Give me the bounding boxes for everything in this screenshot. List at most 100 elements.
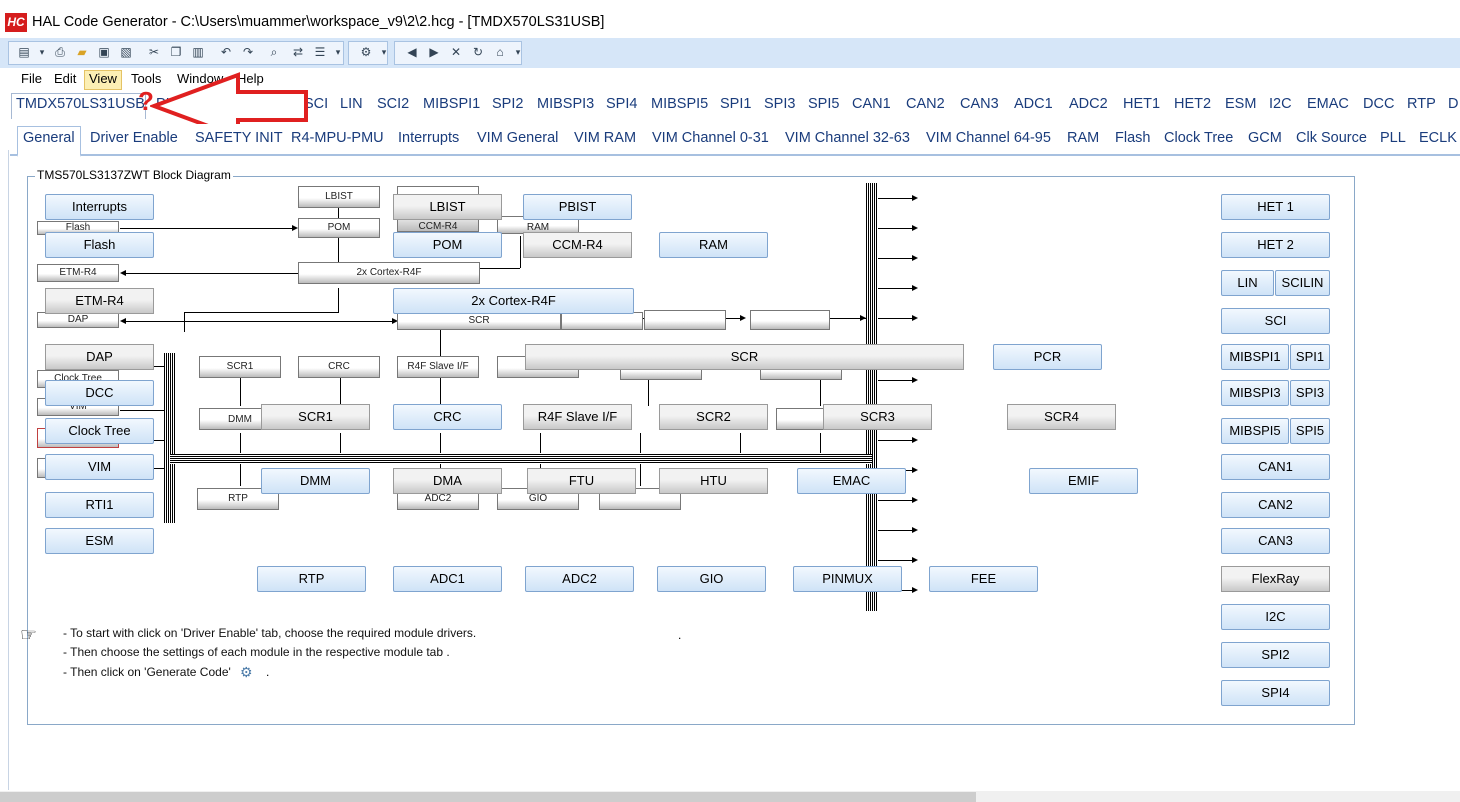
menu-file[interactable]: File bbox=[17, 70, 46, 88]
block-emac[interactable]: EMAC bbox=[797, 468, 906, 494]
replace-icon[interactable]: ⇄ bbox=[290, 44, 306, 60]
block-sci[interactable]: SCI bbox=[1221, 308, 1330, 334]
block-spi5[interactable]: SPI5 bbox=[1290, 418, 1330, 444]
device-tab-spi3[interactable]: SPI3 bbox=[764, 96, 795, 112]
block-interrupts[interactable]: Interrupts bbox=[45, 194, 154, 220]
menu-view[interactable]: View bbox=[84, 70, 122, 90]
device-tab-rtp[interactable]: RTP bbox=[1407, 96, 1436, 112]
block-i2c[interactable]: I2C bbox=[1221, 604, 1330, 630]
device-tab-mibspi3[interactable]: MIBSPI3 bbox=[537, 96, 594, 112]
device-tab-adc1[interactable]: ADC1 bbox=[1014, 96, 1053, 112]
block-flexray[interactable]: FlexRay bbox=[1221, 566, 1330, 592]
dropdown-arrow-icon[interactable]: ▾ bbox=[510, 44, 526, 60]
device-tab-spi5[interactable]: SPI5 bbox=[808, 96, 839, 112]
device-tab-esm[interactable]: ESM bbox=[1225, 96, 1256, 112]
device-tab-emac[interactable]: EMAC bbox=[1307, 96, 1349, 112]
block-spi3[interactable]: SPI3 bbox=[1290, 380, 1330, 406]
block-mibspi3[interactable]: MIBSPI3 bbox=[1221, 380, 1289, 406]
block-crc[interactable]: CRC bbox=[393, 404, 502, 430]
print-icon[interactable]: ⎙ bbox=[52, 44, 68, 60]
block-esm[interactable]: ESM bbox=[45, 528, 154, 554]
block-scr3[interactable]: SCR3 bbox=[823, 404, 932, 430]
module-tab-driver-enable[interactable]: Driver Enable bbox=[90, 130, 178, 146]
forward-icon[interactable]: ▶ bbox=[426, 44, 442, 60]
module-tab-flash[interactable]: Flash bbox=[1115, 130, 1150, 146]
module-tab-clock-tree[interactable]: Clock Tree bbox=[1164, 130, 1233, 146]
device-tab-mibspi1[interactable]: MIBSPI1 bbox=[423, 96, 480, 112]
block-can2[interactable]: CAN2 bbox=[1221, 492, 1330, 518]
device-tab-adc2[interactable]: ADC2 bbox=[1069, 96, 1108, 112]
block-spi1[interactable]: SPI1 bbox=[1290, 344, 1330, 370]
block-ccm-r4[interactable]: CCM-R4 bbox=[523, 232, 632, 258]
module-tab-clk-source[interactable]: Clk Source bbox=[1296, 130, 1367, 146]
block-lin[interactable]: LIN bbox=[1221, 270, 1274, 296]
block-emif[interactable]: EMIF bbox=[1029, 468, 1138, 494]
module-tab-r4-mpu-pmu[interactable]: R4-MPU-PMU bbox=[291, 130, 384, 146]
module-tab-vim-ram[interactable]: VIM RAM bbox=[574, 130, 636, 146]
device-tab-spi2[interactable]: SPI2 bbox=[492, 96, 523, 112]
module-tab-vim-general[interactable]: VIM General bbox=[477, 130, 558, 146]
block-adc1[interactable]: ADC1 bbox=[393, 566, 502, 592]
device-tab-het1[interactable]: HET1 bbox=[1123, 96, 1160, 112]
home-icon[interactable]: ⌂ bbox=[492, 44, 508, 60]
device-tab-i2c[interactable]: I2C bbox=[1269, 96, 1292, 112]
block-adc2[interactable]: ADC2 bbox=[525, 566, 634, 592]
new-icon[interactable]: ▤ bbox=[16, 44, 32, 60]
generate-code-icon[interactable]: ⚙ bbox=[358, 44, 374, 60]
copy-icon[interactable]: ❐ bbox=[168, 44, 184, 60]
module-tab-eclk[interactable]: ECLK bbox=[1419, 130, 1457, 146]
back-icon[interactable]: ◀ bbox=[404, 44, 420, 60]
device-tab-can2[interactable]: CAN2 bbox=[906, 96, 945, 112]
device-tab-spi4[interactable]: SPI4 bbox=[606, 96, 637, 112]
find-icon[interactable]: ⌕ bbox=[266, 44, 282, 60]
block-scr2[interactable]: SCR2 bbox=[659, 404, 768, 430]
block-mibspi1[interactable]: MIBSPI1 bbox=[1221, 344, 1289, 370]
redo-icon[interactable]: ↷ bbox=[240, 44, 256, 60]
stop-icon[interactable]: ✕ bbox=[448, 44, 464, 60]
module-tab-safety-init[interactable]: SAFETY INIT bbox=[195, 130, 283, 146]
device-tab-can3[interactable]: CAN3 bbox=[960, 96, 999, 112]
block-pbist[interactable]: PBIST bbox=[523, 194, 632, 220]
block-pom[interactable]: POM bbox=[393, 232, 502, 258]
block-lbist[interactable]: LBIST bbox=[393, 194, 502, 220]
device-tab-sci2[interactable]: SCI2 bbox=[377, 96, 409, 112]
block-spi2[interactable]: SPI2 bbox=[1221, 642, 1330, 668]
block-etm-r4[interactable]: ETM-R4 bbox=[45, 288, 154, 314]
block-het1[interactable]: HET 1 bbox=[1221, 194, 1330, 220]
device-tab-spi1[interactable]: SPI1 bbox=[720, 96, 751, 112]
device-tab-tmdx570ls31usb[interactable]: TMDX570LS31USB bbox=[16, 96, 145, 112]
module-tab-vim-channel-32-63[interactable]: VIM Channel 32-63 bbox=[785, 130, 910, 146]
save-icon[interactable]: ▣ bbox=[96, 44, 112, 60]
block-pcr[interactable]: PCR bbox=[993, 344, 1102, 370]
block-flash[interactable]: Flash bbox=[45, 232, 154, 258]
device-tab-dcc[interactable]: DCC bbox=[1363, 96, 1394, 112]
block-dap[interactable]: DAP bbox=[45, 344, 154, 370]
block-dma[interactable]: DMA bbox=[393, 468, 502, 494]
block-rtp[interactable]: RTP bbox=[257, 566, 366, 592]
block-dmm[interactable]: DMM bbox=[261, 468, 370, 494]
block-scilin[interactable]: SCILIN bbox=[1275, 270, 1330, 296]
module-tab-vim-channel-0-31[interactable]: VIM Channel 0-31 bbox=[652, 130, 769, 146]
save-all-icon[interactable]: ▧ bbox=[118, 44, 134, 60]
device-tab-het2[interactable]: HET2 bbox=[1174, 96, 1211, 112]
block-rti1[interactable]: RTI1 bbox=[45, 492, 154, 518]
horizontal-scrollbar-thumb[interactable] bbox=[0, 792, 976, 802]
open-icon[interactable]: ▰ bbox=[74, 44, 90, 60]
device-tab-can1[interactable]: CAN1 bbox=[852, 96, 891, 112]
block-can1[interactable]: CAN1 bbox=[1221, 454, 1330, 480]
block-ram[interactable]: RAM bbox=[659, 232, 768, 258]
paste-icon[interactable]: ▥ bbox=[190, 44, 206, 60]
block-ftu[interactable]: FTU bbox=[527, 468, 636, 494]
block-2x-cortex-r4f[interactable]: 2x Cortex-R4F bbox=[393, 288, 634, 314]
dropdown-arrow-icon[interactable]: ▾ bbox=[376, 44, 392, 60]
cut-icon[interactable]: ✂ bbox=[146, 44, 162, 60]
block-fee[interactable]: FEE bbox=[929, 566, 1038, 592]
block-r4f-slave-if[interactable]: R4F Slave I/F bbox=[523, 404, 632, 430]
list-icon[interactable]: ☰ bbox=[312, 44, 328, 60]
device-tab-lin[interactable]: LIN bbox=[340, 96, 363, 112]
menu-edit[interactable]: Edit bbox=[50, 70, 80, 88]
block-clock-tree[interactable]: Clock Tree bbox=[45, 418, 154, 444]
refresh-icon[interactable]: ↻ bbox=[470, 44, 486, 60]
block-vim[interactable]: VIM bbox=[45, 454, 154, 480]
block-pinmux[interactable]: PINMUX bbox=[793, 566, 902, 592]
